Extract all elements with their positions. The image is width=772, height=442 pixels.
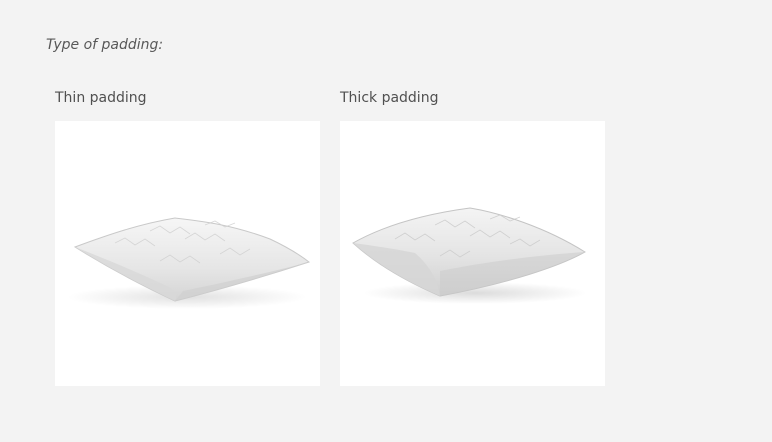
thick-pillow-image	[352, 207, 587, 304]
thin-pillow-image	[67, 217, 311, 309]
option-card-thick[interactable]	[340, 121, 605, 386]
option-thick-padding[interactable]: Thick padding	[340, 88, 605, 386]
padding-selector: Type of padding: Thin padding Thick padd…	[0, 0, 772, 442]
option-label-thick: Thick padding	[340, 90, 439, 106]
section-title: Type of padding:	[46, 37, 164, 53]
option-card-thin[interactable]	[55, 121, 320, 386]
option-label-thin: Thin padding	[55, 90, 147, 106]
option-thin-padding[interactable]: Thin padding	[55, 88, 320, 386]
